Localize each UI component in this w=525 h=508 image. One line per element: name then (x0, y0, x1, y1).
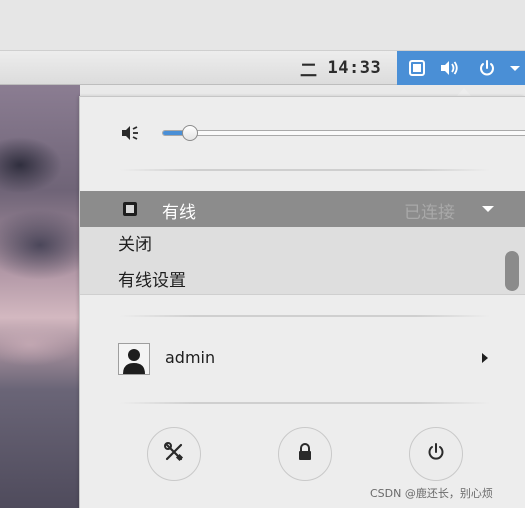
system-menu: 有线 已连接 关闭 有线设置 admin (79, 96, 525, 508)
chevron-right-icon (482, 353, 488, 363)
separator (120, 315, 490, 317)
submenu-item-turn-off[interactable]: 关闭 (118, 230, 152, 255)
power-off-button[interactable] (409, 427, 463, 481)
clock-day: 二 (300, 60, 318, 81)
volume-slider-handle[interactable] (182, 125, 198, 141)
wired-network-label: 有线 (162, 203, 196, 223)
avatar (118, 343, 150, 375)
wired-network-item[interactable]: 有线 已连接 (80, 191, 525, 227)
settings-icon (163, 441, 185, 467)
settings-button[interactable] (147, 427, 201, 481)
chevron-down-icon (482, 206, 494, 212)
wired-submenu: 关闭 有线设置 (80, 227, 525, 295)
lock-icon (296, 442, 314, 466)
volume-slider[interactable] (162, 125, 525, 141)
wired-network-status: 已连接 (404, 203, 455, 223)
volume-muted-icon (120, 124, 142, 142)
desktop-wallpaper (0, 85, 80, 508)
power-icon (477, 58, 497, 78)
separator (120, 402, 490, 404)
system-status-area[interactable] (397, 51, 525, 85)
volume-icon (439, 58, 459, 78)
lock-button[interactable] (278, 427, 332, 481)
clock[interactable]: 二 14:33 (300, 56, 382, 81)
user-item[interactable]: admin (118, 342, 498, 376)
wired-network-icon (122, 201, 138, 217)
separator (120, 169, 490, 171)
clock-time: 14:33 (327, 58, 382, 78)
submenu-item-wired-settings[interactable]: 有线设置 (118, 266, 186, 291)
watermark: CSDN @鹿还长，别心烦 (370, 487, 493, 500)
submenu-scrollbar[interactable] (505, 251, 519, 291)
power-icon (426, 442, 446, 466)
chevron-down-icon (509, 58, 521, 78)
window-top-area (0, 0, 525, 50)
volume-row (120, 121, 525, 145)
top-panel: 二 14:33 (0, 50, 525, 85)
user-name: admin (165, 348, 216, 367)
network-icon (407, 58, 427, 78)
